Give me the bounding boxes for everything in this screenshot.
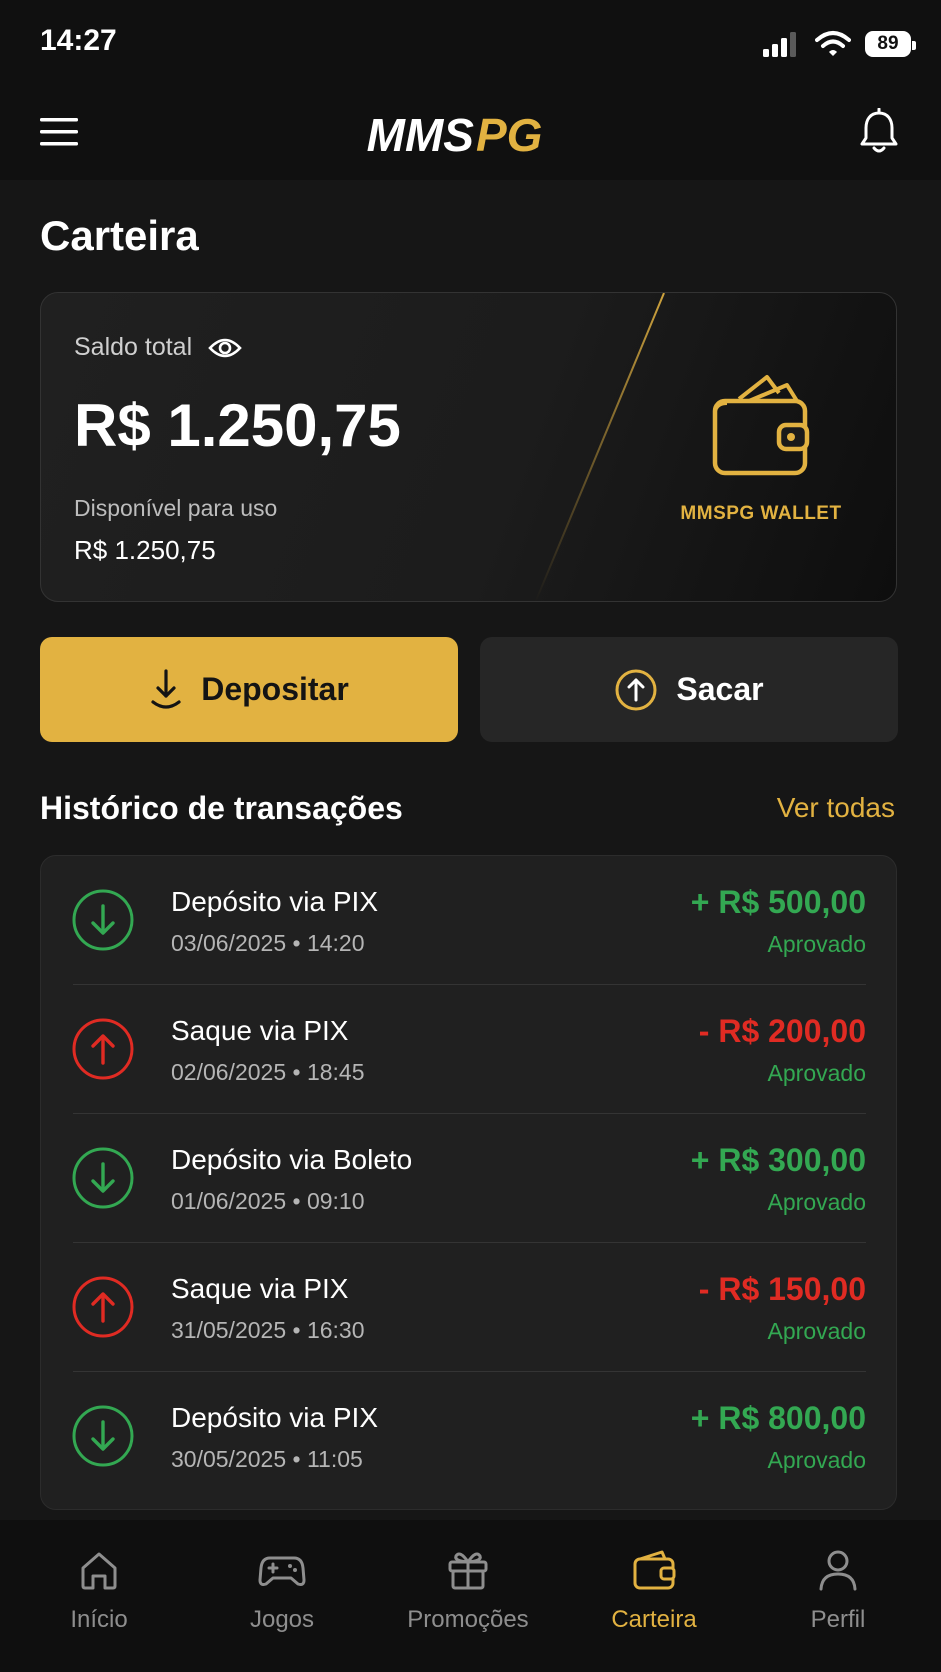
transaction-row[interactable]: Depósito via Boleto 01/06/2025 • 09:10 +… (41, 1114, 896, 1243)
transaction-status: Aprovado (767, 1318, 866, 1344)
transaction-row[interactable]: Saque via PIX 31/05/2025 • 16:30 - R$ 15… (41, 1243, 896, 1372)
nav-item-carteira[interactable]: Carteira (560, 1546, 748, 1656)
status-bar: 14:27 89 (0, 0, 941, 88)
transaction-date: 02/06/2025 • 18:45 (171, 1059, 365, 1085)
transaction-date: 03/06/2025 • 14:20 (171, 930, 365, 956)
transaction-row[interactable]: Saque via PIX 02/06/2025 • 18:45 - R$ 20… (41, 985, 896, 1114)
gift-icon (448, 1552, 488, 1590)
nav-item-jogos[interactable]: Jogos (188, 1546, 376, 1656)
transaction-date: 01/06/2025 • 09:10 (171, 1188, 365, 1214)
withdraw-label: Sacar (676, 671, 764, 707)
status-icons: 89 (763, 26, 916, 62)
app-header: MMS PG (0, 88, 941, 180)
arrow-up-circle-icon (72, 1018, 134, 1080)
logo-text-white: MMS (367, 109, 475, 161)
transaction-title: Saque via PIX (171, 1015, 349, 1046)
page-title: Carteira (40, 212, 199, 259)
transaction-amount: - R$ 150,00 (698, 1271, 866, 1307)
deposit-label: Depositar (201, 671, 349, 707)
withdraw-button[interactable]: Sacar (480, 637, 898, 742)
logo-text-gold: PG (476, 109, 542, 161)
eye-icon[interactable] (208, 336, 242, 360)
transaction-row[interactable]: Depósito via PIX 30/05/2025 • 11:05 + R$… (41, 1372, 896, 1501)
see-all-link[interactable]: Ver todas (777, 792, 895, 824)
signal-icon (763, 32, 796, 57)
nav-label: Início (70, 1606, 128, 1633)
transaction-amount: + R$ 800,00 (690, 1400, 866, 1436)
arrow-down-circle-icon (72, 889, 134, 951)
nav-label: Jogos (249, 1606, 315, 1633)
brand-logo: MMS PG (367, 109, 543, 161)
transaction-status: Aprovado (767, 1060, 866, 1086)
nav-item-promocoes[interactable]: Promoções (374, 1546, 562, 1656)
transaction-date: 30/05/2025 • 11:05 (171, 1446, 363, 1472)
status-time: 14:27 (40, 24, 117, 57)
arrow-down-circle-icon (72, 1405, 134, 1467)
nav-item-inicio[interactable]: Início (5, 1546, 193, 1656)
transaction-status: Aprovado (767, 1447, 866, 1473)
transaction-row[interactable]: Depósito via PIX 03/06/2025 • 14:20 + R$… (41, 856, 896, 985)
deposit-button[interactable]: Depositar (40, 637, 458, 742)
nav-label: Promoções (407, 1606, 529, 1633)
transaction-status: Aprovado (767, 1189, 866, 1215)
nav-label: Carteira (611, 1606, 697, 1633)
history-title: Histórico de transações (40, 790, 403, 826)
user-icon (819, 1550, 857, 1591)
gamepad-icon (258, 1556, 306, 1586)
available-value: R$ 1.250,75 (74, 535, 216, 565)
transaction-amount: + R$ 500,00 (690, 884, 866, 920)
transaction-status: Aprovado (767, 931, 866, 957)
saldo-value: R$ 1.250,75 (74, 392, 401, 459)
wallet-illustration-icon (712, 375, 810, 476)
battery-icon: 89 (865, 31, 916, 57)
transaction-amount: + R$ 300,00 (690, 1142, 866, 1178)
saldo-label: Saldo total (74, 333, 193, 361)
wallet-icon (633, 1550, 676, 1590)
nav-label: Perfil (810, 1606, 866, 1633)
transaction-date: 31/05/2025 • 16:30 (171, 1317, 365, 1343)
transaction-list: Depósito via PIX 03/06/2025 • 14:20 + R$… (40, 855, 897, 1510)
menu-icon[interactable] (40, 112, 80, 152)
saldo-label-row: Saldo total (74, 333, 242, 362)
bottom-nav: Início Jogos Promoções Carteira Perfil (0, 1520, 941, 1672)
transaction-title: Depósito via Boleto (171, 1144, 413, 1175)
wifi-icon (815, 31, 851, 56)
transaction-title: Depósito via PIX (171, 1402, 378, 1433)
transaction-title: Depósito via PIX (171, 886, 378, 917)
arrow-up-circle-icon (72, 1276, 134, 1338)
nav-item-perfil[interactable]: Perfil (744, 1546, 932, 1656)
upload-circle-icon (615, 669, 657, 710)
download-icon (151, 668, 181, 709)
wallet-brand: MMSPG WALLET (680, 503, 842, 524)
bell-icon[interactable] (857, 108, 901, 156)
balance-card: Saldo total R$ 1.250,75 Disponível para … (40, 292, 897, 602)
home-icon (81, 1552, 117, 1590)
transaction-amount: - R$ 200,00 (698, 1013, 866, 1049)
arrow-down-circle-icon (72, 1147, 134, 1209)
available-label: Disponível para uso (74, 495, 278, 521)
transaction-title: Saque via PIX (171, 1273, 349, 1304)
